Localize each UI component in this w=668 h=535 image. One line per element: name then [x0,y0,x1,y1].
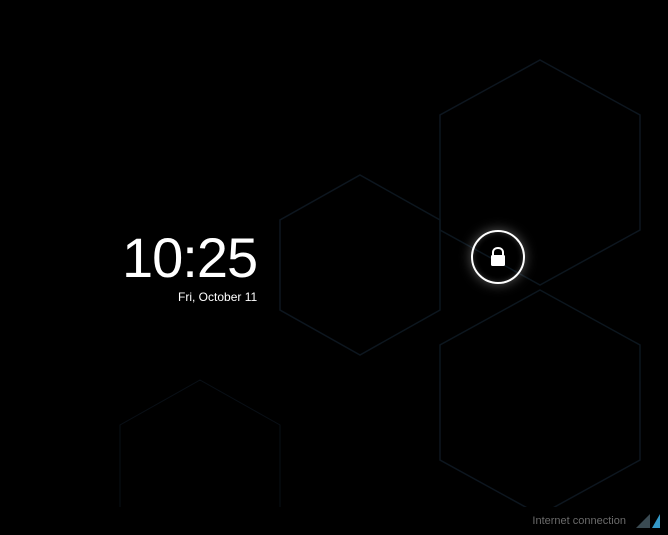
clock-date: Fri, October 11 [122,290,257,304]
lock-icon [489,247,507,267]
signal-cell-icon [636,514,650,528]
lock-wallpaper [0,0,668,535]
unlock-button[interactable] [471,230,525,284]
signal-wifi-icon [652,514,660,528]
clock-time: 10:25 [122,230,257,286]
clock-widget: 10:25 Fri, October 11 [122,230,257,304]
connection-status: Internet connection [532,515,626,527]
clock-hours: 10 [122,226,182,289]
clock-minutes: 25 [197,226,257,289]
clock-separator: : [182,226,197,289]
status-bar: Internet connection [0,507,668,535]
signal-indicators [636,514,660,528]
